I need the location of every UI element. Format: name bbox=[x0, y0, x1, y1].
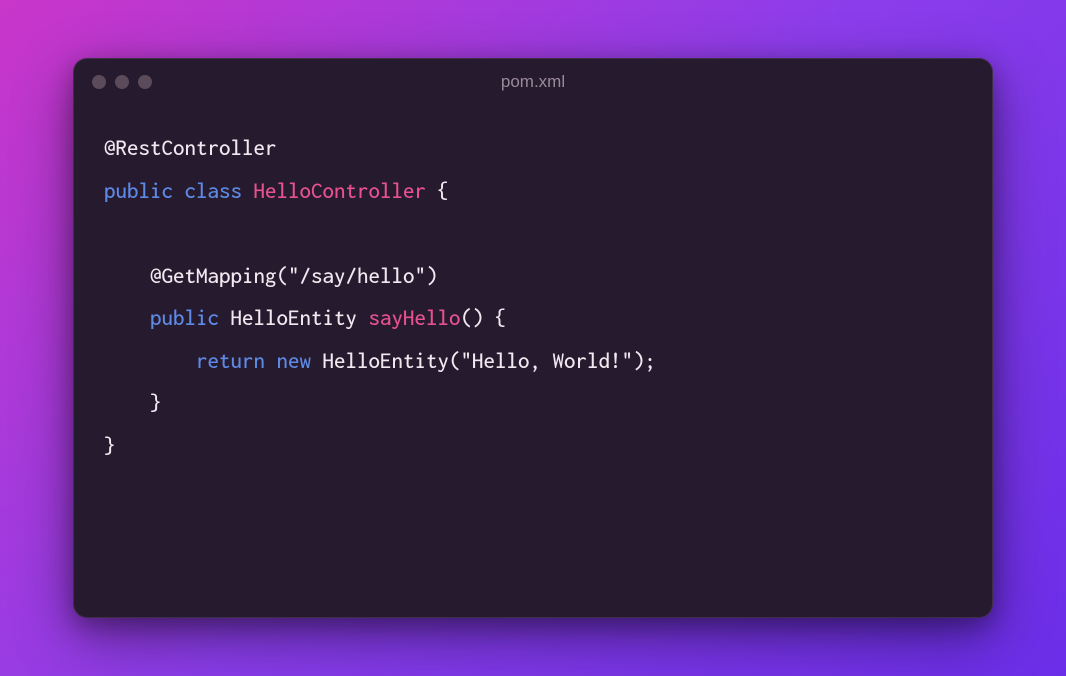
indent bbox=[104, 264, 150, 288]
keyword-public: public bbox=[104, 179, 173, 203]
close-paren: ) bbox=[426, 264, 438, 288]
open-brace: { bbox=[495, 306, 507, 330]
window-controls bbox=[92, 75, 152, 89]
keyword-public: public bbox=[150, 306, 219, 330]
window-title: pom.xml bbox=[92, 72, 974, 92]
indent bbox=[104, 306, 150, 330]
method-name-say-hello: sayHello bbox=[369, 306, 461, 330]
indent bbox=[104, 391, 150, 415]
indent bbox=[104, 349, 196, 373]
close-paren-semi: ); bbox=[633, 349, 656, 373]
annotation-rest-controller: RestController bbox=[116, 136, 277, 160]
editor-window: pom.xml @RestController public class Hel… bbox=[73, 58, 993, 618]
parens: () bbox=[461, 306, 484, 330]
close-icon[interactable] bbox=[92, 75, 106, 89]
code-line-4: @GetMapping("/say/hello") bbox=[104, 264, 438, 288]
open-brace: { bbox=[438, 179, 450, 203]
string-path: "/say/hello" bbox=[288, 264, 426, 288]
constructor-name: HelloEntity bbox=[323, 349, 450, 373]
keyword-new: new bbox=[277, 349, 312, 373]
return-type: HelloEntity bbox=[231, 306, 358, 330]
code-editor[interactable]: @RestController public class HelloContro… bbox=[74, 105, 992, 617]
code-line-1: @RestController bbox=[104, 136, 277, 160]
open-paren: ( bbox=[449, 349, 461, 373]
code-line-5: public HelloEntity sayHello() { bbox=[104, 306, 507, 330]
annotation-get-mapping: GetMapping bbox=[162, 264, 277, 288]
keyword-return: return bbox=[196, 349, 265, 373]
title-bar: pom.xml bbox=[74, 59, 992, 105]
code-line-7: } bbox=[104, 391, 162, 415]
minimize-icon[interactable] bbox=[115, 75, 129, 89]
close-brace: } bbox=[104, 434, 116, 458]
code-line-8: } bbox=[104, 434, 116, 458]
open-paren: ( bbox=[277, 264, 289, 288]
zoom-icon[interactable] bbox=[138, 75, 152, 89]
code-line-6: return new HelloEntity("Hello, World!"); bbox=[104, 349, 656, 373]
class-name-hello-controller: HelloController bbox=[254, 179, 427, 203]
keyword-class: class bbox=[185, 179, 243, 203]
annotation-at: @ bbox=[104, 136, 116, 160]
code-line-2: public class HelloController { bbox=[104, 179, 449, 203]
close-brace: } bbox=[150, 391, 162, 415]
annotation-at: @ bbox=[150, 264, 162, 288]
string-hello-world: "Hello, World!" bbox=[461, 349, 634, 373]
